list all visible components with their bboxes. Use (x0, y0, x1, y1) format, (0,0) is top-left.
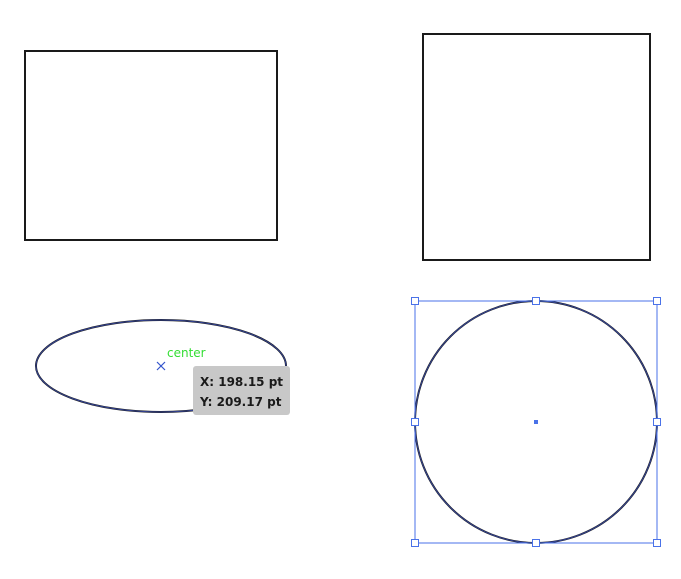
handle-top-left[interactable] (411, 297, 419, 305)
handle-bottom-right[interactable] (653, 539, 661, 547)
center-marker-icon (156, 361, 166, 371)
coordinate-tooltip: X: 198.15 pt Y: 209.17 pt (193, 366, 290, 415)
selection-bounding-box[interactable] (414, 300, 658, 544)
handle-top-right[interactable] (653, 297, 661, 305)
tooltip-y-value: Y: 209.17 pt (200, 395, 282, 409)
handle-bottom-middle[interactable] (532, 539, 540, 547)
tooltip-x-value: X: 198.15 pt (200, 375, 284, 389)
square-shape[interactable] (422, 33, 651, 261)
handle-top-middle[interactable] (532, 297, 540, 305)
center-point-icon (534, 420, 538, 424)
handle-bottom-left[interactable] (411, 539, 419, 547)
handle-middle-right[interactable] (653, 418, 661, 426)
rectangle-shape[interactable] (24, 50, 278, 241)
handle-middle-left[interactable] (411, 418, 419, 426)
artboard-canvas[interactable] (0, 0, 681, 579)
